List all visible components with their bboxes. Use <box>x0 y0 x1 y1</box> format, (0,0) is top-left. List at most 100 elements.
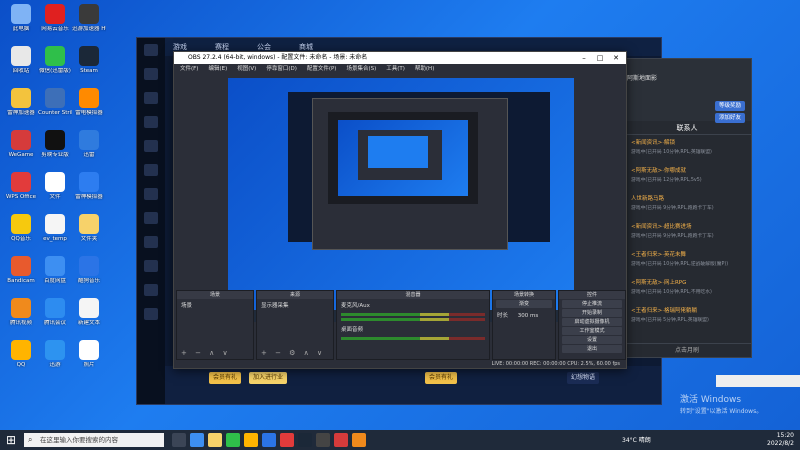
game-app-icon[interactable] <box>334 433 348 447</box>
desktop-icon[interactable]: 文件夹 <box>72 214 106 243</box>
settings-button[interactable]: 设置 <box>562 336 622 344</box>
desktop-icon[interactable]: 迅游加速器 HUD <box>72 4 106 33</box>
desktop-icon[interactable]: 迅雷 <box>72 130 106 159</box>
system-clock[interactable]: 15:20 2022/8/2 <box>767 432 794 448</box>
desktop-icon-label: 迅游加速器 HUD <box>72 26 106 32</box>
taskbar-search[interactable]: ⌕ 在这里输入你要搜索的内容 <box>24 433 164 447</box>
desktop-icon[interactable]: 微信(迅雷版) <box>38 46 72 75</box>
menu-edit[interactable]: 编辑(E) <box>208 64 227 74</box>
sources-dock[interactable]: 来源 显示器采集 + − ⚙ ∧ ∨ <box>256 290 334 360</box>
start-record-button[interactable]: 开始录制 <box>562 309 622 317</box>
app-icon[interactable] <box>262 433 276 447</box>
game-sidebar <box>137 38 165 404</box>
desktop-icon[interactable]: 回收站 <box>4 46 38 75</box>
desktop-icon[interactable]: 酷狗音乐 <box>72 256 106 285</box>
desktop-icon[interactable]: 腾讯视频 <box>4 298 38 327</box>
sources-controls[interactable]: + − ⚙ ∧ ∨ <box>261 349 325 357</box>
duration-row[interactable]: 时长 300 ms <box>493 309 555 321</box>
mixer-dock[interactable]: 混音器 麦克风/Aux 桌面音频 <box>336 290 490 360</box>
desktop-icon[interactable]: 网易云音乐 <box>38 4 72 33</box>
obs-icon[interactable] <box>316 433 330 447</box>
desktop-icon[interactable]: Bandicam <box>4 256 38 285</box>
desktop-icon[interactable]: 百度网盘 <box>38 256 72 285</box>
steam-icon[interactable] <box>298 433 312 447</box>
minimize-icon[interactable]: – <box>576 52 592 64</box>
scenes-controls[interactable]: + − ∧ ∨ <box>181 349 231 357</box>
contact-item[interactable]: <王者归来>·格瑞阿佬躺躺 游戏中(已开局 5分钟,RPL,英雄联盟) <box>623 303 751 331</box>
qq-icon[interactable] <box>244 433 258 447</box>
desktop-icon[interactable]: QQ <box>4 340 38 369</box>
wechat-icon[interactable] <box>226 433 240 447</box>
close-icon[interactable]: ✕ <box>608 52 624 64</box>
contact-item[interactable]: <新闻资讯>·解锁 游戏中(已开局 10分钟,RPL,英雄联盟) <box>623 135 751 163</box>
edge-icon[interactable] <box>190 433 204 447</box>
contacts-footer[interactable]: 点击月刷 <box>623 343 751 357</box>
task-view-icon[interactable] <box>172 433 186 447</box>
maximize-icon[interactable]: □ <box>592 52 608 64</box>
obs-window[interactable]: OBS 27.2.4 (64-bit, windows) - 配置文件: 未命名… <box>173 51 627 369</box>
menu-view[interactable]: 视图(V) <box>237 64 256 74</box>
contacts-panel[interactable]: 阿斯地面影 等级奖励 添加好友 联系人 <新闻资讯>·解锁 游戏中(已开局 10分… <box>622 58 752 358</box>
transition-select[interactable]: 渐变 <box>496 300 552 308</box>
contact-item[interactable]: <王者归来>·英花未舞 游戏中(已开局 10分钟,RPL,逆战破解版(魔P)) <box>623 247 751 275</box>
desktop-icon[interactable]: QQ音乐 <box>4 214 38 243</box>
media-app-icon[interactable] <box>352 433 366 447</box>
menu-profile[interactable]: 配置文件(P) <box>307 64 337 74</box>
vip-button-2[interactable]: 会员有礼 <box>425 372 458 384</box>
windows-start-icon[interactable]: ⊞ <box>4 433 18 447</box>
notification-bar[interactable] <box>716 375 800 387</box>
virtual-camera-button[interactable]: 启动虚拟摄像机 <box>562 318 622 326</box>
contact-item[interactable]: <阿斯无敌>·网上RPG 游戏中(已开局 10分钟,RPL,不用吃水) <box>623 275 751 303</box>
controls-dock[interactable]: 控件 停止推流 开始录制 启动虚拟摄像机 工作室模式 设置 退出 <box>558 290 626 360</box>
add-friend-button[interactable]: 添加好友 <box>715 113 745 123</box>
desktop-icon[interactable]: 此电脑 <box>4 4 38 33</box>
mic-meter <box>341 313 485 316</box>
desktop-icon-label: 百度网盘 <box>43 278 66 284</box>
menu-docks[interactable]: 停靠窗口(D) <box>266 64 297 74</box>
desktop-icon[interactable]: 雷电模拟器 <box>72 88 106 117</box>
desktop-icon[interactable]: 迅游 <box>38 340 72 369</box>
desktop-icon[interactable]: 照片 <box>72 340 106 369</box>
desktop-icon[interactable]: Steam <box>72 46 106 75</box>
ad-label[interactable]: 幻想物语 <box>567 372 600 384</box>
menu-scene-collection[interactable]: 场景集合(S) <box>346 64 376 74</box>
duration-value[interactable]: 300 ms <box>518 313 538 319</box>
desktop-icon-label: 雷电模拟器 <box>75 110 103 116</box>
desktop-icon[interactable]: 新建文本 <box>72 298 106 327</box>
source-item[interactable]: 显示器采集 <box>257 299 333 311</box>
app-icon <box>45 130 65 150</box>
desktop-icon[interactable]: Counter Strike <box>38 88 72 117</box>
desktop-icon[interactable]: 剪映专业版 <box>38 130 72 159</box>
contact-item[interactable]: 人世新路马路 游戏中(已开局 9分钟,RPL,跑跑卡丁车) <box>623 191 751 219</box>
stop-stream-button[interactable]: 停止推流 <box>562 300 622 308</box>
scenes-dock[interactable]: 场景 场景 + − ∧ ∨ <box>176 290 254 360</box>
desktop-icon[interactable]: 腾讯会议 <box>38 298 72 327</box>
weather-widget[interactable]: 34°C 晴朗 <box>622 435 651 444</box>
app-icon <box>79 340 99 360</box>
desktop-icon[interactable]: WeGame <box>4 130 38 159</box>
scene-item[interactable]: 场景 <box>177 299 253 311</box>
level-reward-button[interactable]: 等级奖励 <box>715 101 745 111</box>
desktop-icon[interactable]: 雷神模拟器 <box>72 172 106 201</box>
desktop-icon[interactable]: WPS Office <box>4 172 38 201</box>
contact-item[interactable]: <新闻资讯>·超比赛进场 游戏中(已开局 9分钟,RPL,跑跑卡丁车) <box>623 219 751 247</box>
desktop-icon[interactable]: 文件 <box>38 172 72 201</box>
app-icon <box>45 172 65 192</box>
explorer-icon[interactable] <box>208 433 222 447</box>
contact-item[interactable]: <阿斯无敌>·你哪成就 游戏中(已开局 12分钟,RPL,5v5) <box>623 163 751 191</box>
contacts-tab[interactable]: 联系人 <box>623 121 751 135</box>
studio-mode-button[interactable]: 工作室模式 <box>562 327 622 335</box>
menu-file[interactable]: 文件(F) <box>180 64 198 74</box>
transition-dock[interactable]: 场景转换 渐变 时长 300 ms <box>492 290 556 360</box>
desktop-icon[interactable]: ev_temp <box>38 214 72 243</box>
exit-button[interactable]: 退出 <box>562 345 622 353</box>
obs-preview[interactable] <box>228 78 574 322</box>
activate-line2: 转到"设置"以激活 Windows。 <box>680 408 763 415</box>
vip-button[interactable]: 会员有礼 <box>209 372 242 384</box>
menu-tools[interactable]: 工具(T) <box>386 64 405 74</box>
menu-help[interactable]: 帮助(H) <box>415 64 434 74</box>
wegame-icon[interactable] <box>280 433 294 447</box>
desktop-icon[interactable]: 雷神加速器 <box>4 88 38 117</box>
upgrade-button[interactable]: 加入进行业 <box>249 372 288 384</box>
contact-name: 人世新路马路 <box>631 196 665 202</box>
